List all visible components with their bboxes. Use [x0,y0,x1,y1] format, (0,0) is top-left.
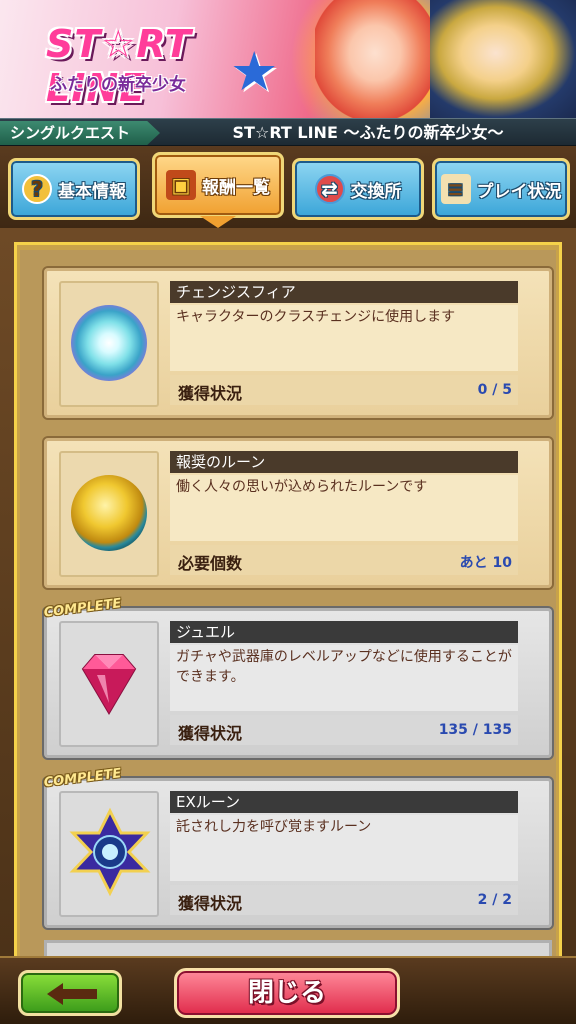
reward-description: 託されし力を呼び覚ますルーン [170,815,518,881]
reward-status-label: 獲得状況 [178,384,243,403]
reward-description: キャラクターのクラスチェンジに使用します [170,305,518,371]
sphere-icon [71,305,147,381]
reward-status-value: 2 / 2 [477,892,512,908]
tab-play-status[interactable]: ≡ プレイ状況 [432,158,570,220]
reward-description: ガチャや武器庫のレベルアップなどに使用することができます。 [170,645,518,711]
arrow-left-icon [47,983,97,1005]
reward-name: EXルーン [170,791,518,813]
event-logo: ST☆RT LINE ふたりの新卒少女 ★ [40,20,278,110]
banner-character-right [430,0,576,118]
reward-icon-frame [59,281,159,407]
tab-bar: ? 基本情報 ▣ 報酬一覧 ⇄ 交換所 ≡ プレイ状況 [0,146,576,228]
tab-label: プレイ状況 [476,181,562,202]
close-button[interactable]: 閉じる [174,968,400,1018]
reward-card[interactable]: ジュエル ガチャや武器庫のレベルアップなどに使用することができます。 獲得状況 … [44,608,552,758]
quest-category-tag: シングルクエスト [0,121,160,145]
reward-icon-frame [59,621,159,747]
tab-label: 報酬一覧 [202,177,270,198]
tab-reward-list[interactable]: ▣ 報酬一覧 [152,152,284,218]
reward-list[interactable]: チェンジスフィア キャラクターのクラスチェンジに使用します 獲得状況 0 / 5… [20,250,556,956]
ex-rune-icon [69,807,151,897]
quest-title-bar: シングルクエスト ST☆RT LINE 〜ふたりの新卒少女〜 [0,118,576,146]
reward-card-partial[interactable] [44,940,552,956]
reward-status-value: あと 10 [459,555,512,571]
reward-status-value: 0 / 5 [477,382,512,398]
reward-status-label: 獲得状況 [178,724,243,743]
footer-bar: 閉じる [0,956,576,1024]
reward-status-value: 135 / 135 [438,722,512,738]
jewel-icon [81,654,137,715]
reward-card[interactable]: 報奨のルーン 働く人々の思いが込められたルーンです 必要個数 あと 10 [44,438,552,588]
reward-name: 報奨のルーン [170,451,518,473]
reward-name: ジュエル [170,621,518,643]
tab-basic-info[interactable]: ? 基本情報 [8,158,140,220]
reward-status-bar: 獲得状況 0 / 5 [170,375,518,405]
reward-icon-frame [59,451,159,577]
reward-status-bar: 必要個数 あと 10 [170,545,518,575]
reward-description: 働く人々の思いが込められたルーンです [170,475,518,541]
rune-coin-icon [71,475,147,551]
exchange-icon: ⇄ [314,174,345,204]
reward-status-bar: 獲得状況 2 / 2 [170,885,518,915]
logo-subtitle: ふたりの新卒少女 [50,75,186,95]
reward-card[interactable]: チェンジスフィア キャラクターのクラスチェンジに使用します 獲得状況 0 / 5 [44,268,552,418]
active-tab-pointer [200,216,236,228]
reward-icon-frame [59,791,159,917]
tab-label: 基本情報 [58,181,126,202]
logo-star-icon: ★ [230,40,279,103]
reward-card[interactable]: EXルーン 託されし力を呼び覚ますルーン 獲得状況 2 / 2 [44,778,552,928]
reward-name: チェンジスフィア [170,281,518,303]
reward-status-label: 獲得状況 [178,894,243,913]
tab-label: 交換所 [350,181,402,202]
back-button[interactable] [18,970,122,1016]
treasure-chest-icon: ▣ [166,170,196,200]
quest-name: ST☆RT LINE 〜ふたりの新卒少女〜 [232,123,504,142]
reward-status-label: 必要個数 [178,554,243,573]
scroll-icon: ≡ [440,174,471,204]
reward-status-bar: 獲得状況 135 / 135 [170,715,518,745]
event-banner: ST☆RT LINE ふたりの新卒少女 ★ [0,0,576,118]
question-icon: ? [22,174,52,204]
banner-character-left [315,0,435,118]
tab-exchange[interactable]: ⇄ 交換所 [292,158,424,220]
